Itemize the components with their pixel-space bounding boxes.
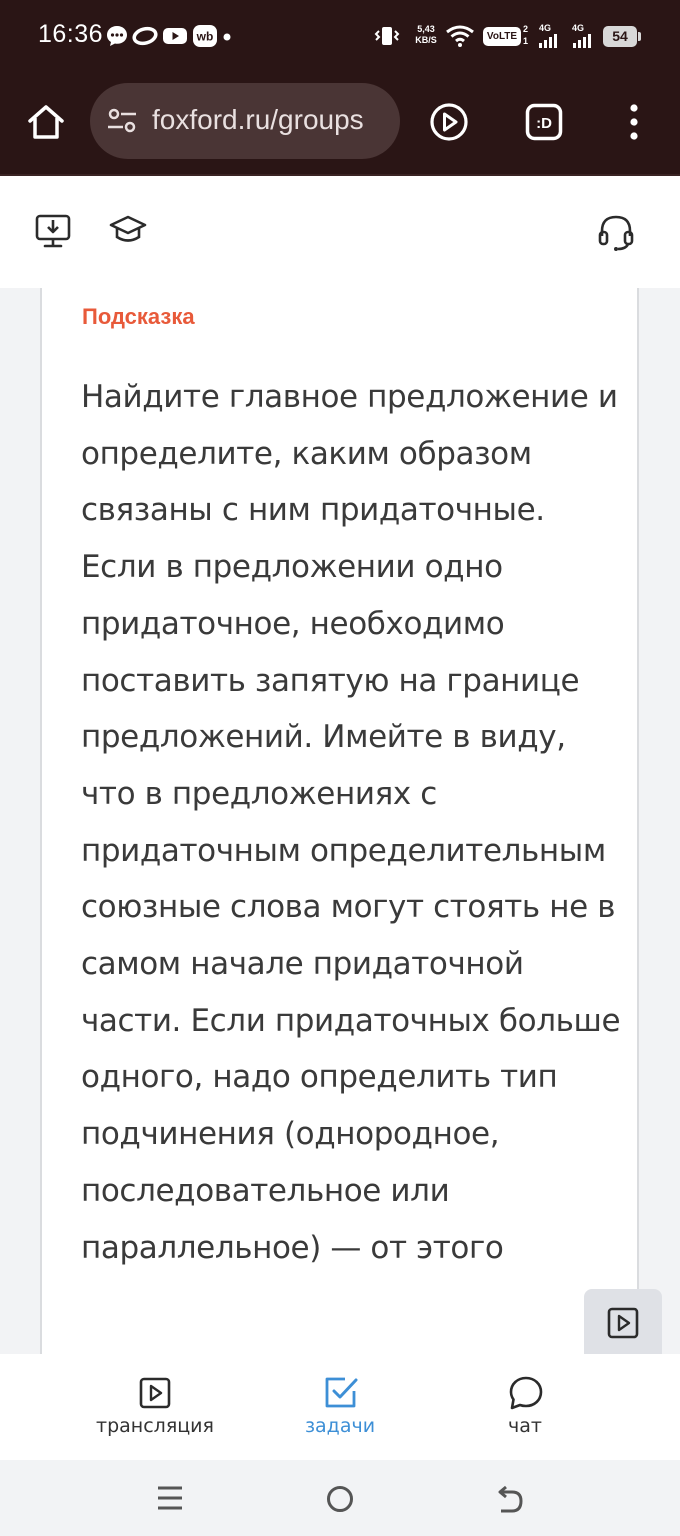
wifi-icon	[445, 24, 475, 48]
sim2-slot: 2	[523, 24, 529, 34]
oval-app-icon	[132, 24, 158, 48]
floating-video-button[interactable]	[584, 1289, 662, 1357]
chat-bubble-icon	[106, 24, 128, 48]
battery-icon: 54	[603, 26, 637, 47]
bottom-tab-bar: трансляция задачи чат	[0, 1354, 680, 1460]
video-play-icon	[606, 1306, 640, 1340]
net-speed: 5,43 KB/S	[415, 24, 437, 45]
battery-tip	[638, 32, 641, 41]
tab-label: задачи	[304, 1415, 376, 1437]
checkbox-icon	[323, 1375, 359, 1411]
site-settings-icon[interactable]	[106, 107, 138, 135]
dot-icon	[222, 24, 232, 48]
video-play-icon	[138, 1376, 172, 1410]
tab-label: чат	[508, 1415, 542, 1437]
status-time: 16:36	[38, 20, 104, 48]
sim1-slot: 1	[523, 36, 529, 46]
download-monitor-icon[interactable]	[34, 212, 72, 250]
url-text: foxford.ru/groups	[152, 104, 364, 135]
browser-bar: foxford.ru/groups :D	[0, 72, 680, 174]
sim1-network: 4G	[539, 23, 552, 33]
hint-card: Подсказка Найдите главное предложение и …	[40, 288, 639, 1354]
volte-badge: VoLTE	[483, 27, 521, 46]
hint-text: Найдите главное предложение и определите…	[81, 379, 621, 1266]
graduation-cap-icon[interactable]	[108, 214, 148, 248]
system-nav-bar	[0, 1460, 680, 1536]
svg-text:wb: wb	[196, 30, 214, 44]
url-bar[interactable]: foxford.ru/groups	[90, 83, 400, 159]
sim2-network: 4G	[572, 23, 585, 33]
tab-switcher-icon[interactable]: :D	[525, 103, 563, 141]
youtube-icon	[162, 24, 188, 48]
svg-text::D: :D	[536, 115, 552, 132]
play-circle-icon[interactable]	[429, 102, 469, 142]
more-vert-icon[interactable]	[624, 102, 644, 142]
app-toolbar	[0, 174, 680, 288]
signal-icon	[538, 34, 560, 58]
back-icon[interactable]	[495, 1484, 525, 1514]
tab-tasks[interactable]: задачи	[280, 1354, 400, 1460]
home-circle-icon[interactable]	[325, 1484, 355, 1514]
signal-icon	[572, 34, 596, 58]
content-area[interactable]: Подсказка Найдите главное предложение и …	[0, 288, 680, 1354]
wb-icon: wb	[192, 24, 218, 48]
headset-icon[interactable]	[596, 212, 636, 252]
tab-chat[interactable]: чат	[470, 1354, 580, 1460]
hint-title: Подсказка	[82, 304, 195, 329]
menu-icon[interactable]	[156, 1485, 184, 1511]
tab-broadcast[interactable]: трансляция	[74, 1354, 236, 1460]
home-icon[interactable]	[26, 102, 66, 142]
vibrate-icon	[373, 24, 401, 48]
chat-icon	[508, 1375, 544, 1411]
tab-label: трансляция	[96, 1415, 214, 1437]
status-bar: 16:36 wb 5,43 KB/S VoLTE 1 2 4G 4G 54	[0, 0, 680, 72]
